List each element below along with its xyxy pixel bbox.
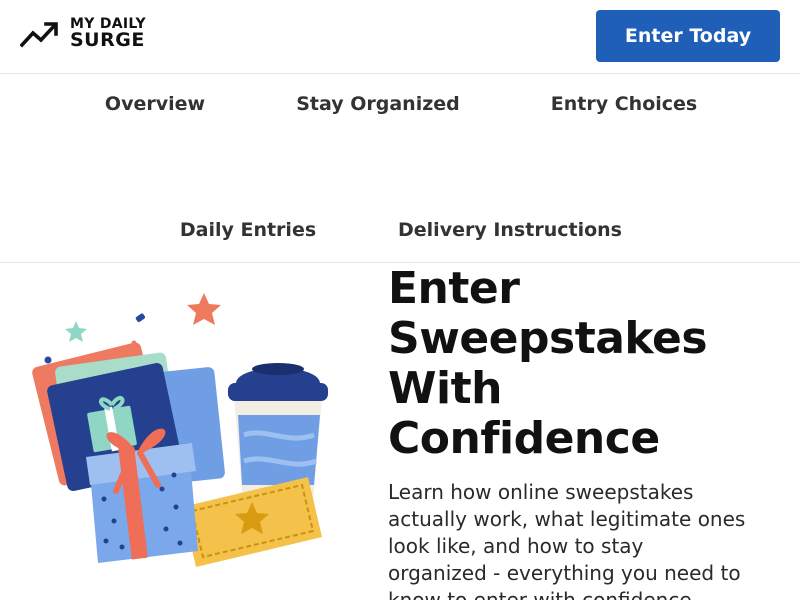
nav-item-stay-organized[interactable]: Stay Organized: [296, 93, 460, 115]
star-icon: [65, 321, 87, 342]
hero-title: Enter Sweepstakes With Confidence: [388, 264, 788, 464]
hero-title-line: Confidence: [388, 413, 660, 464]
hero-title-line: Sweepstakes: [388, 313, 708, 364]
site-header: MY DAILY SURGE Enter Today: [0, 0, 800, 74]
nav-item-daily-entries[interactable]: Daily Entries: [180, 219, 316, 241]
main-nav: Overview Stay Organized Entry Choices Da…: [0, 74, 800, 263]
hero-title-line: Enter: [388, 263, 520, 314]
nav-item-entry-choices[interactable]: Entry Choices: [551, 93, 697, 115]
hero-title-line: With: [388, 363, 502, 414]
site-logo[interactable]: MY DAILY SURGE: [20, 17, 146, 52]
logo-line-2: SURGE: [70, 29, 145, 52]
logo-wordmark: MY DAILY SURGE: [70, 17, 146, 52]
hero-description: Learn how online sweepstakes actually wo…: [388, 480, 746, 600]
star-icon: [187, 293, 221, 325]
trending-up-icon: [20, 21, 58, 48]
gifts-coffee-ticket-illustration: [32, 293, 328, 567]
nav-item-overview[interactable]: Overview: [105, 93, 205, 115]
enter-today-button[interactable]: Enter Today: [596, 10, 780, 62]
nav-item-delivery-instructions[interactable]: Delivery Instructions: [398, 219, 622, 241]
